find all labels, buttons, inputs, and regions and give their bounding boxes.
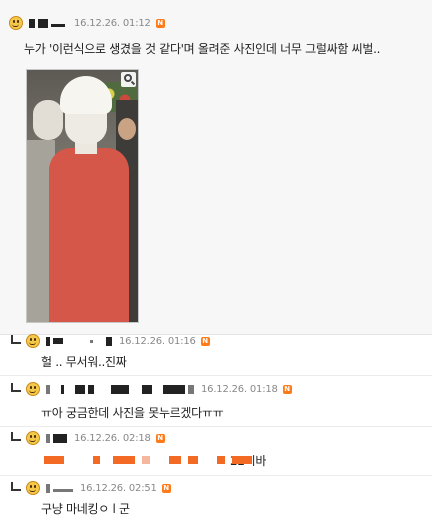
redacted-username	[46, 433, 50, 443]
redacted-username	[46, 336, 50, 346]
comment-text: 헐 .. 무서워..진짜	[41, 355, 127, 369]
comment-text: ㅠ아 궁금한데 사진을 못누르겠다ㅠㅠ	[41, 406, 224, 420]
comment-item: 16.12.26. 01:12 N 누가 '이런식으로 생겼을 것 같다'며 올…	[0, 0, 432, 335]
redacted-username	[29, 18, 35, 28]
new-badge: N	[155, 433, 165, 443]
redacted-username	[90, 339, 93, 343]
user-emoticon-icon	[8, 15, 25, 31]
reply-arrow-icon	[11, 335, 21, 344]
comment-meta: 16.12.26. 01:18 N	[11, 380, 292, 398]
redacted-username	[51, 23, 65, 27]
user-emoticon-icon	[25, 480, 42, 496]
redacted-username	[75, 384, 85, 394]
comment-date: 16.12.26. 01:18	[201, 383, 278, 395]
comment-text: 누가 '이런식으로 생겼을 것 같다'며 올려준 사진인데 너무 그럴싸함 씨벌…	[24, 42, 381, 56]
redacted-text-highlight	[44, 456, 259, 464]
user-emoticon-icon	[25, 333, 42, 349]
redacted-username	[106, 336, 112, 346]
redacted-username	[53, 338, 63, 344]
reply-item: 16.12.26. 02:51 N 구냥 마네킹ㅇ l 군	[0, 477, 432, 532]
comment-date: 16.12.26. 02:51	[80, 482, 157, 494]
comment-date: 16.12.26. 02:18	[74, 432, 151, 444]
reply-arrow-icon	[11, 383, 21, 392]
comment-meta: 16.12.26. 02:51 N	[11, 479, 171, 497]
redacted-username	[188, 384, 194, 394]
redacted-username	[111, 384, 129, 394]
reply-item: 16.12.26. 01:16 N 헐 .. 무서워..진짜	[0, 334, 432, 376]
redacted-username	[88, 384, 94, 394]
new-badge: N	[155, 18, 165, 28]
user-emoticon-icon	[25, 381, 42, 397]
comment-meta: 16.12.26. 01:16 N	[11, 332, 210, 350]
redacted-username	[46, 384, 50, 394]
reply-item: 16.12.26. 02:18 N 22시바	[0, 428, 432, 476]
comment-meta: 16.12.26. 01:12 N	[8, 14, 165, 32]
redacted-username	[142, 384, 152, 394]
new-badge: N	[161, 483, 171, 493]
redacted-username	[46, 483, 50, 493]
comment-date: 16.12.26. 01:16	[119, 335, 196, 347]
reply-item: 16.12.26. 01:18 N ㅠ아 궁금한데 사진을 못누르겠다ㅠㅠ	[0, 377, 432, 427]
redacted-username	[38, 18, 48, 28]
comment-photo[interactable]	[26, 69, 139, 323]
reply-arrow-icon	[11, 482, 21, 491]
new-badge: N	[200, 336, 210, 346]
comment-text: 구냥 마네킹ㅇ l 군	[41, 502, 130, 516]
comment-date: 16.12.26. 01:12	[74, 17, 151, 29]
magnifier-icon[interactable]	[121, 72, 136, 87]
reply-arrow-icon	[11, 432, 21, 441]
comment-meta: 16.12.26. 02:18 N	[11, 429, 165, 447]
redacted-username	[53, 433, 67, 443]
redacted-username	[53, 488, 73, 492]
new-badge: N	[282, 384, 292, 394]
user-emoticon-icon	[25, 430, 42, 446]
redacted-username	[61, 384, 64, 394]
redacted-username	[163, 384, 185, 394]
